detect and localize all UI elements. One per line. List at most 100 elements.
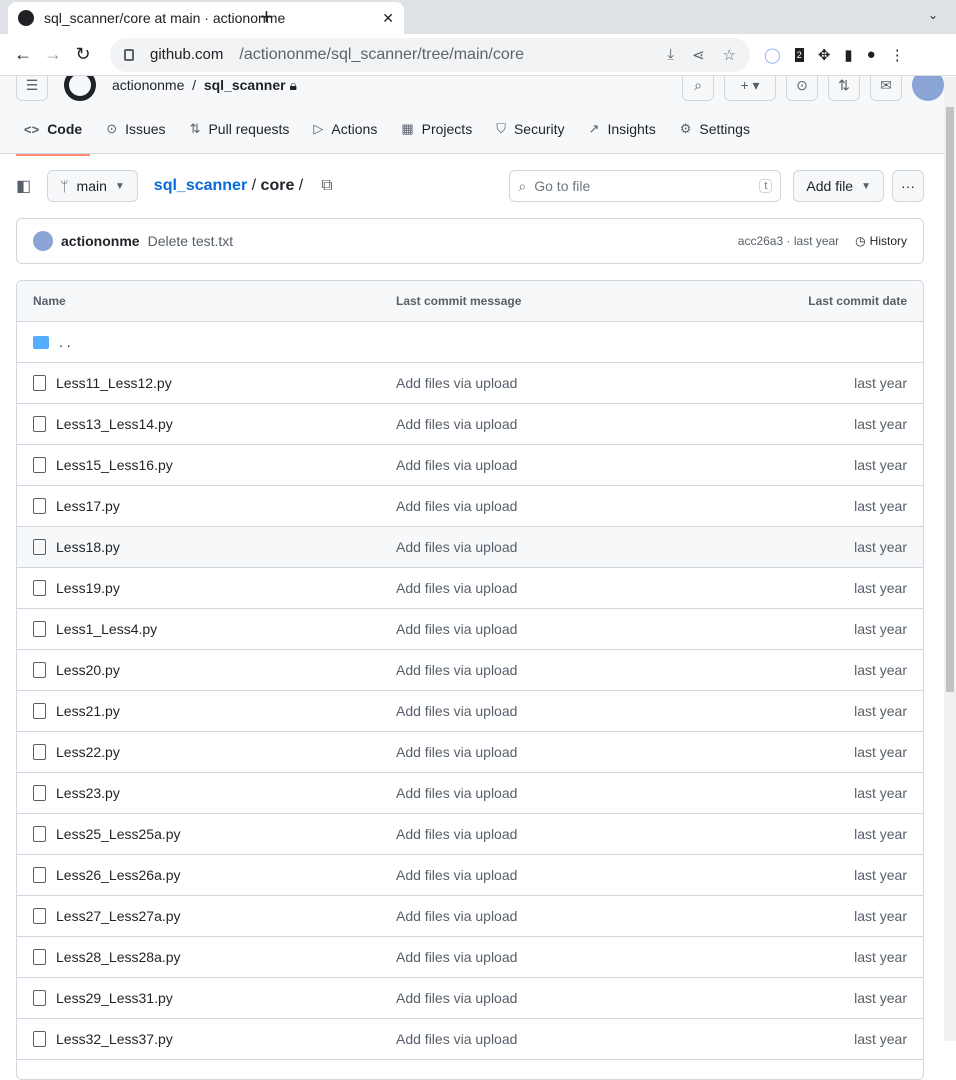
branch-selector[interactable]: ᛘ main ▼ (47, 170, 138, 202)
table-row[interactable]: Less28_Less28a.py Add files via upload las… (17, 937, 923, 978)
table-row[interactable]: Less23.py Add files via upload last year (17, 773, 923, 814)
side-panel-icon[interactable]: ▮ (844, 46, 852, 64)
commit-message-link[interactable]: Add files via upload (396, 539, 854, 555)
history-button[interactable]: ◷ History (855, 234, 907, 248)
tab-security[interactable]: ⛉ Security (488, 114, 572, 144)
table-row[interactable]: Less21.py Add files via upload last year (17, 691, 923, 732)
inbox-icon[interactable]: ✉ (870, 76, 902, 101)
commit-message-link[interactable]: Add files via upload (396, 498, 854, 514)
table-row[interactable]: Less17.py Add files via upload last year (17, 486, 923, 527)
commit-sha-time[interactable]: acc26a3 · last year (738, 234, 839, 248)
issues-icon[interactable]: ⊙ (786, 76, 818, 101)
forward-icon[interactable]: → (38, 44, 68, 65)
table-row[interactable]: Less15_Less16.py Add files via upload last… (17, 445, 923, 486)
extension-circle-icon[interactable]: ◯ (764, 46, 781, 64)
file-name-link[interactable]: Less27_Less27a.py (56, 908, 181, 924)
install-icon[interactable]: ⤓ (667, 46, 674, 64)
menu-kebab-icon[interactable]: ⋮ (890, 46, 905, 64)
parent-directory-row[interactable]: . . (17, 322, 923, 363)
github-logo-icon[interactable] (64, 76, 96, 101)
parent-link[interactable]: . . (59, 334, 71, 350)
profile-icon[interactable]: ● (867, 46, 876, 63)
close-tab-icon[interactable]: ✕ (382, 10, 394, 27)
browser-tab[interactable]: sql_scanner/core at main · actiononme ✕ (8, 2, 404, 34)
commit-author[interactable]: actiononme (61, 233, 140, 249)
new-tab-button[interactable]: + (260, 4, 273, 30)
user-avatar[interactable] (912, 76, 944, 101)
table-row[interactable]: Less20.py Add files via upload last year (17, 650, 923, 691)
hamburger-menu-icon[interactable]: ☰ (16, 76, 48, 101)
file-name-link[interactable]: Less1_Less4.py (56, 621, 157, 637)
file-name-link[interactable]: Less13_Less14.py (56, 416, 173, 432)
table-row[interactable]: Less26_Less26a.py Add files via upload las… (17, 855, 923, 896)
tab-projects[interactable]: ▦ Projects (393, 114, 480, 144)
tab-pull-requests[interactable]: ⇅ Pull requests (182, 114, 298, 144)
file-name-link[interactable]: Less15_Less16.py (56, 457, 173, 473)
file-name-link[interactable]: Less18.py (56, 539, 120, 555)
author-avatar[interactable] (33, 231, 53, 251)
copy-path-icon[interactable]: ⧉ (321, 177, 332, 195)
table-row[interactable]: Less25_Less25a.py Add files via upload las… (17, 814, 923, 855)
add-file-button[interactable]: Add file ▼ (793, 170, 884, 202)
commit-message[interactable]: Delete test.txt (148, 233, 234, 249)
search-icon[interactable]: ⌕ (682, 76, 714, 101)
tab-issues[interactable]: ⊙ Issues (98, 114, 173, 144)
tab-search-chevron-icon[interactable]: ⌄ (928, 8, 938, 22)
table-row[interactable]: Less11_Less12.py Add files via upload last… (17, 363, 923, 404)
bookmark-star-icon[interactable]: ☆ (723, 46, 736, 64)
commit-message-link[interactable]: Add files via upload (396, 949, 854, 965)
table-row[interactable]: Less18.py Add files via upload last year (17, 527, 923, 568)
commit-message-link[interactable]: Add files via upload (396, 1031, 854, 1047)
commit-message-link[interactable]: Add files via upload (396, 375, 854, 391)
commit-message-link[interactable]: Add files via upload (396, 867, 854, 883)
breadcrumb-repo-link[interactable]: sql_scanner (154, 177, 247, 194)
commit-message-link[interactable]: Add files via upload (396, 785, 854, 801)
commit-message-link[interactable]: Add files via upload (396, 457, 854, 473)
tab-code[interactable]: <> Code (16, 114, 91, 156)
table-row[interactable]: Less29_Less31.py Add files via upload last… (17, 978, 923, 1019)
commit-message-link[interactable]: Add files via upload (396, 662, 854, 678)
file-name-link[interactable]: Less25_Less25a.py (56, 826, 181, 842)
file-name-link[interactable]: Less26_Less26a.py (56, 867, 181, 883)
extensions-puzzle-icon[interactable]: ✥ (818, 46, 831, 64)
table-row[interactable]: Less22.py Add files via upload last year (17, 732, 923, 773)
commit-message-link[interactable]: Add files via upload (396, 826, 854, 842)
tab-settings[interactable]: ⚙ Settings (672, 114, 758, 144)
file-name-link[interactable]: Less29_Less31.py (56, 990, 173, 1006)
scrollbar-thumb[interactable] (946, 107, 954, 692)
file-name-link[interactable]: Less17.py (56, 498, 120, 514)
file-name-link[interactable]: Less28_Less28a.py (56, 949, 181, 965)
table-row[interactable]: Less1_Less4.py Add files via upload last y… (17, 609, 923, 650)
side-panel-toggle-icon[interactable]: ◧ (16, 176, 31, 196)
file-name-link[interactable]: Less32_Less37.py (56, 1031, 173, 1047)
tab-insights[interactable]: ↗ Insights (581, 114, 664, 144)
commit-message-link[interactable]: Add files via upload (396, 703, 854, 719)
address-bar[interactable]: github.com/actiononme/sql_scanner/tree/m… (110, 37, 750, 72)
scrollbar[interactable] (944, 77, 956, 1041)
file-name-link[interactable]: Less19.py (56, 580, 120, 596)
file-name-link[interactable]: Less11_Less12.py (56, 375, 172, 391)
file-name-link[interactable]: Less22.py (56, 744, 120, 760)
commit-message-link[interactable]: Add files via upload (396, 416, 854, 432)
commit-message-link[interactable]: Add files via upload (396, 744, 854, 760)
table-row[interactable]: Less32_Less37.py Add files via upload last… (17, 1019, 923, 1060)
table-row[interactable]: Less13_Less14.py Add files via upload last… (17, 404, 923, 445)
commit-message-link[interactable]: Add files via upload (396, 580, 854, 596)
commit-message-link[interactable]: Add files via upload (396, 990, 854, 1006)
file-name-link[interactable]: Less21.py (56, 703, 120, 719)
file-name-link[interactable]: Less20.py (56, 662, 120, 678)
reload-icon[interactable]: ↻ (68, 44, 98, 65)
table-row[interactable]: Less19.py Add files via upload last year (17, 568, 923, 609)
table-row[interactable]: Less27_Less27a.py Add files via upload las… (17, 896, 923, 937)
create-new-icon[interactable]: + ▾ (724, 76, 776, 101)
more-options-button[interactable]: ··· (892, 170, 924, 202)
tab-actions[interactable]: ▷ Actions (305, 114, 385, 144)
commit-message-link[interactable]: Add files via upload (396, 621, 854, 637)
share-icon[interactable]: ⋖ (692, 46, 705, 64)
go-to-file-input[interactable]: ⌕ Go to file t (509, 170, 782, 202)
owner-link[interactable]: actiononme (112, 77, 184, 93)
pull-requests-icon[interactable]: ⇅ (828, 76, 860, 101)
repo-link[interactable]: sql_scanner (204, 77, 286, 93)
extension-badge-icon[interactable]: 2 (794, 47, 804, 62)
back-icon[interactable]: ← (8, 44, 38, 65)
